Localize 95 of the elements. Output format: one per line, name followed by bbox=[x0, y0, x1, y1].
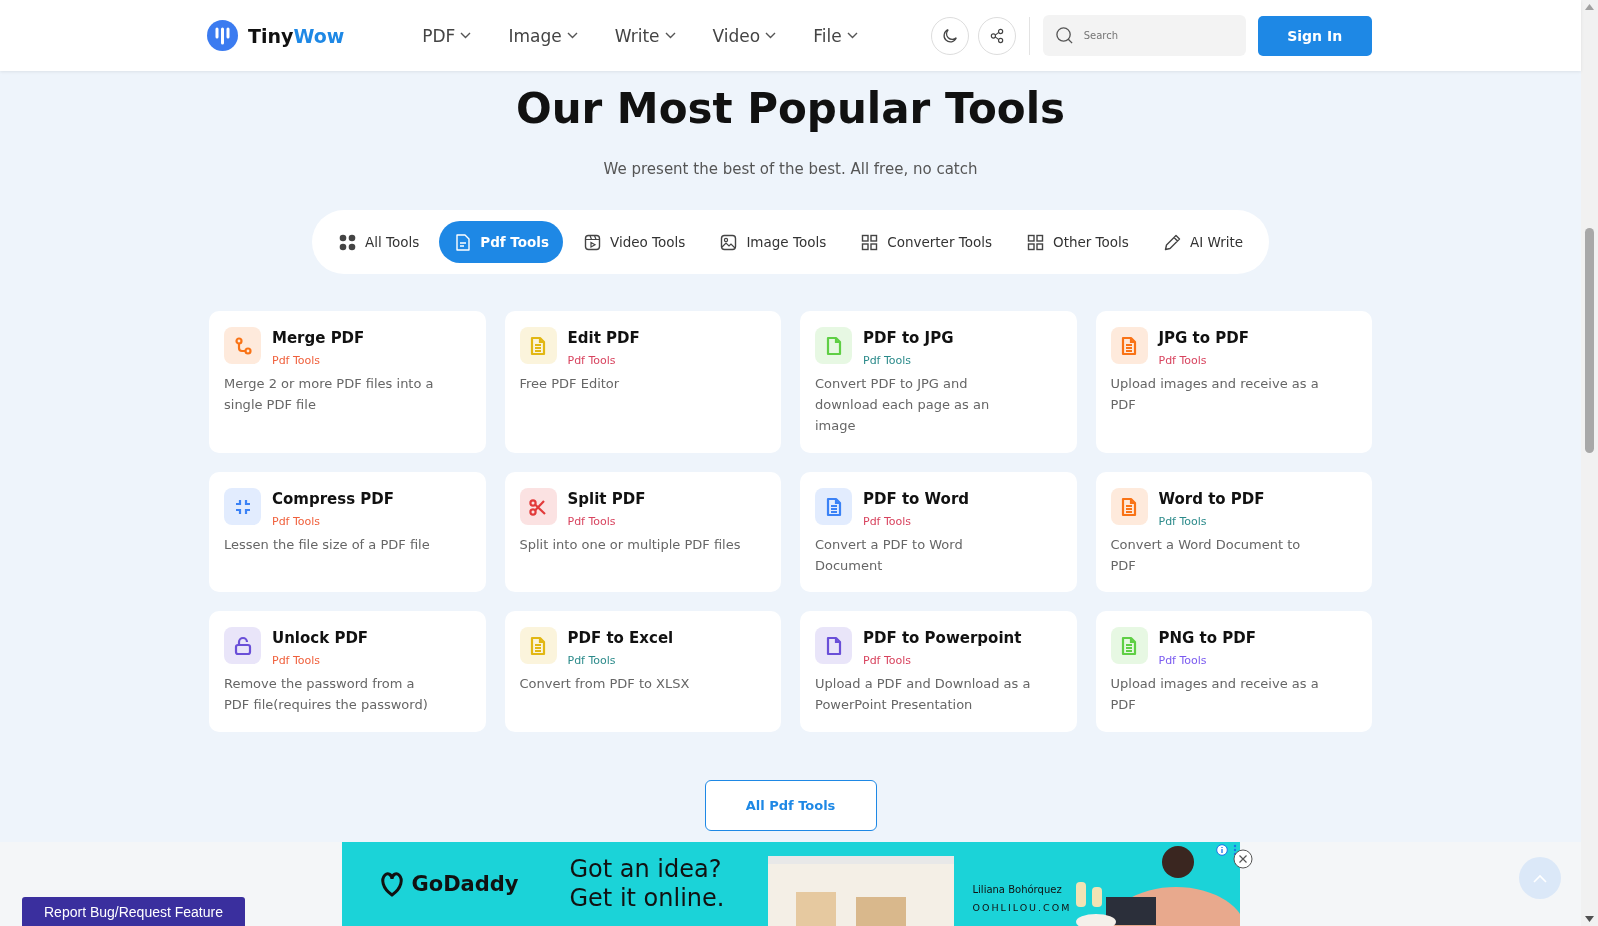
card-description: Convert from PDF to XLSX bbox=[519, 675, 691, 693]
search-field[interactable]: Search bbox=[1042, 15, 1246, 56]
subtitle: We present the best of the best. All free, no catch bbox=[603, 159, 978, 179]
logo-icon[interactable] bbox=[207, 20, 238, 51]
ad-headline: Got an idea? Get it online. bbox=[569, 855, 726, 913]
scroll-down-icon[interactable] bbox=[1585, 916, 1594, 923]
category-label: Pdf Tools bbox=[1158, 654, 1208, 667]
tool-card[interactable]: Word to PDF Pdf Tools Convert a Word Document to PDF bbox=[1095, 472, 1372, 592]
card-description: Split into one or multiple PDF files bbox=[519, 536, 742, 554]
tool-card[interactable]: Split PDF Pdf Tools Split into one or multiple PDF files bbox=[504, 472, 781, 592]
card-description: Convert PDF to JPG and download each page as an image bbox=[815, 375, 991, 435]
card-description: Remove the password from a PDF file(requires the password) bbox=[224, 675, 429, 714]
category-label: Pdf Tools bbox=[567, 354, 617, 367]
category-label: Pdf Tools bbox=[863, 515, 913, 528]
tool-card[interactable]: PDF to Powerpoint Pdf Tools Upload a PDF and Download as a PowerPoint Presentation bbox=[800, 611, 1077, 732]
tool-card[interactable]: PNG to PDF Pdf Tools Upload images and receive as a PDF bbox=[1095, 611, 1372, 732]
category-label: Pdf Tools bbox=[863, 654, 913, 667]
card-description: Convert a PDF to Word Document bbox=[815, 536, 964, 575]
tool-card[interactable]: PDF to Word Pdf Tools Convert a PDF to Word Document bbox=[800, 472, 1077, 592]
grid-icon bbox=[1026, 232, 1045, 252]
report-bug-button[interactable]: Report Bug/Request Feature bbox=[22, 897, 245, 926]
ad-caption: Liliana Bohórquez bbox=[972, 884, 1062, 895]
nav-menu[interactable]: PDF bbox=[406, 25, 488, 46]
chevron-down-icon bbox=[566, 32, 578, 39]
tab[interactable]: Video Tools bbox=[569, 221, 700, 263]
card-title: PDF to Powerpoint bbox=[863, 629, 1022, 647]
tool-card[interactable]: JPG to PDF Pdf Tools Upload images and receive as a PDF bbox=[1095, 311, 1372, 453]
category-label: Pdf Tools bbox=[863, 354, 913, 367]
document-icon bbox=[453, 232, 473, 252]
tab[interactable]: Converter Tools bbox=[846, 221, 1006, 263]
tab[interactable]: Other Tools bbox=[1012, 221, 1143, 263]
chevron-up-icon bbox=[1533, 873, 1547, 883]
close-icon[interactable] bbox=[1233, 849, 1253, 869]
card-description: Upload images and receive as a PDF bbox=[1110, 675, 1320, 714]
tool-card[interactable]: Edit PDF Pdf Tools Free PDF Editor bbox=[504, 311, 781, 453]
category-label: Pdf Tools bbox=[1158, 354, 1208, 367]
video-icon bbox=[583, 232, 602, 252]
page-title: Our Most Popular Tools bbox=[515, 83, 1066, 135]
scrollbar-thumb[interactable] bbox=[1585, 228, 1594, 453]
sign-in-button[interactable]: Sign In bbox=[1257, 15, 1372, 56]
card-title: Compress PDF bbox=[272, 490, 395, 508]
category-label: Pdf Tools bbox=[272, 515, 322, 528]
dots-grid-icon bbox=[337, 232, 357, 252]
moon-icon bbox=[940, 26, 959, 45]
image-icon bbox=[719, 232, 739, 252]
pen-icon bbox=[1162, 232, 1182, 252]
category-label: Pdf Tools bbox=[272, 654, 322, 667]
nav-menu[interactable]: Image bbox=[492, 25, 594, 46]
card-title: Edit PDF bbox=[567, 329, 640, 347]
brand-logo: GoDaddy bbox=[377, 870, 538, 898]
more-icon[interactable] bbox=[1232, 844, 1237, 856]
info-icon[interactable] bbox=[1215, 844, 1228, 856]
ad-banner[interactable]: GoDaddy Got an idea? Get it online. Liliana Bohórquez OOHLILOU.COM bbox=[341, 842, 1240, 926]
card-description: Upload images and receive as a PDF bbox=[1110, 375, 1320, 414]
chevron-down-icon bbox=[846, 32, 858, 39]
card-title: Unlock PDF bbox=[272, 629, 369, 647]
card-title: PNG to PDF bbox=[1158, 629, 1256, 647]
logo[interactable]: TinyWow bbox=[248, 24, 345, 47]
nav-menu[interactable]: Write bbox=[598, 25, 692, 46]
tool-card[interactable]: PDF to Excel Pdf Tools Convert from PDF to XLSX bbox=[504, 611, 781, 732]
nav-menu[interactable]: Video bbox=[696, 25, 793, 46]
tool-card[interactable]: Merge PDF Pdf Tools Merge 2 or more PDF files into a single PDF file bbox=[209, 311, 486, 453]
card-description: Free PDF Editor bbox=[519, 375, 621, 393]
card-title: JPG to PDF bbox=[1158, 329, 1249, 347]
card-title: Word to PDF bbox=[1158, 490, 1265, 508]
card-description: Upload a PDF and Download as a PowerPoint Presentation bbox=[815, 675, 1032, 714]
category-label: Pdf Tools bbox=[567, 654, 617, 667]
all-tools-button[interactable]: All Pdf Tools bbox=[704, 780, 877, 831]
search-icon bbox=[1054, 26, 1074, 45]
category-label: Pdf Tools bbox=[272, 354, 322, 367]
category-label: Pdf Tools bbox=[1158, 515, 1208, 528]
chevron-down-icon bbox=[664, 32, 676, 39]
tab[interactable]: Image Tools bbox=[705, 221, 841, 263]
card-title: PDF to JPG bbox=[863, 329, 954, 347]
card-title: PDF to Word bbox=[863, 490, 970, 508]
tool-card[interactable]: Compress PDF Pdf Tools Lessen the file size of a PDF file bbox=[209, 472, 486, 592]
card-description: Lessen the file size of a PDF file bbox=[224, 536, 431, 554]
nav-menu[interactable]: File bbox=[797, 25, 874, 46]
chevron-down-icon bbox=[460, 32, 472, 39]
category-label: Pdf Tools bbox=[567, 515, 617, 528]
card-title: Merge PDF bbox=[272, 329, 365, 347]
chevron-down-icon bbox=[765, 32, 777, 39]
card-title: PDF to Excel bbox=[567, 629, 674, 647]
grid-icon bbox=[860, 232, 880, 252]
share-button[interactable] bbox=[977, 16, 1016, 55]
card-description: Merge 2 or more PDF files into a single PDF file bbox=[224, 375, 435, 414]
tab[interactable]: All Tools bbox=[323, 221, 434, 263]
dark-mode-button[interactable] bbox=[930, 16, 969, 55]
ad-website: OOHLILOU.COM bbox=[972, 902, 1072, 913]
card-description: Convert a Word Document to PDF bbox=[1110, 536, 1302, 575]
tool-card[interactable]: Unlock PDF Pdf Tools Remove the password from a PDF file(requires the password) bbox=[209, 611, 486, 732]
tab[interactable]: AI Write bbox=[1148, 221, 1258, 263]
card-title: Split PDF bbox=[567, 490, 646, 508]
tab[interactable]: Pdf Tools bbox=[439, 221, 563, 263]
tool-card[interactable]: PDF to JPG Pdf Tools Convert PDF to JPG and download each page as an image bbox=[800, 311, 1077, 453]
